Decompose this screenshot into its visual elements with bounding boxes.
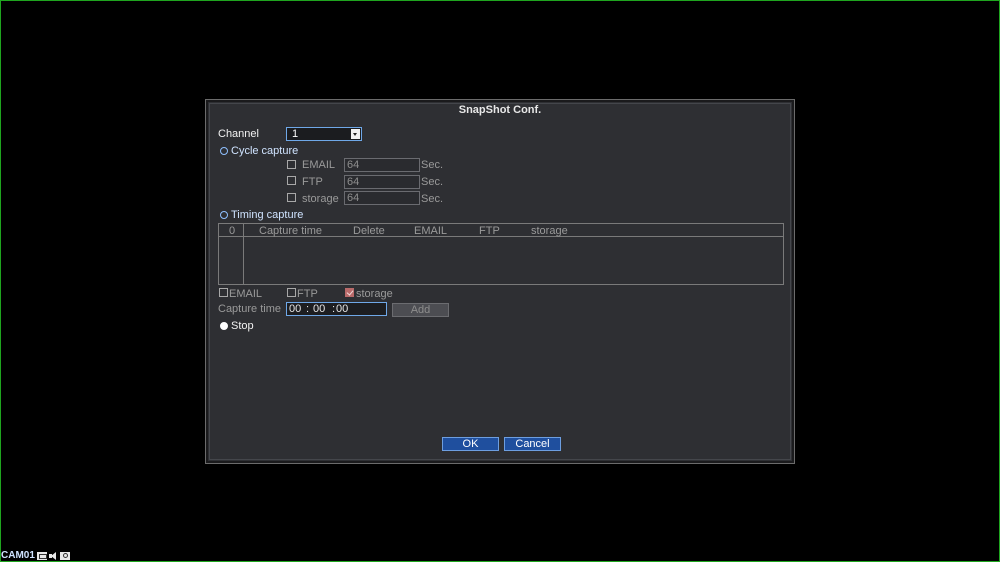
capture-time-separator: : [332, 303, 336, 315]
stop-label: Stop [231, 320, 254, 332]
cycle-ftp-interval-input[interactable]: 64 [344, 175, 420, 189]
table-divider [243, 224, 244, 284]
column-header-delete: Delete [353, 225, 385, 237]
channel-label: Channel [218, 128, 259, 140]
timing-ftp-label: FTP [297, 288, 318, 300]
column-header-index: 0 [229, 225, 236, 237]
cycle-email-checkbox[interactable] [287, 160, 296, 169]
ok-button[interactable]: OK [442, 437, 499, 451]
cycle-storage-label: storage [302, 193, 339, 205]
timing-capture-radio[interactable] [220, 211, 228, 219]
cancel-button[interactable]: Cancel [504, 437, 561, 451]
camera-status-bar: CAM01 [1, 550, 70, 561]
camera-name: CAM01 [1, 549, 35, 561]
cycle-ftp-unit: Sec. [421, 176, 444, 188]
mute-icon [48, 551, 58, 560]
cycle-ftp-checkbox[interactable] [287, 176, 296, 185]
channel-select[interactable]: 1 [286, 127, 362, 141]
timing-capture-label: Timing capture [231, 209, 304, 221]
timing-storage-label: storage [356, 288, 393, 300]
timing-email-checkbox[interactable] [219, 288, 228, 297]
cycle-email-label: EMAIL [302, 159, 336, 171]
timing-storage-checkbox[interactable] [345, 288, 354, 297]
cycle-email-interval-input[interactable]: 64 [344, 158, 420, 172]
timing-capture-table[interactable]: 0 Capture time Delete EMAIL FTP storage [218, 223, 784, 285]
chevron-down-icon[interactable] [351, 129, 360, 139]
column-header-ftp: FTP [479, 225, 500, 237]
cycle-email-unit: Sec. [421, 159, 444, 171]
capture-time-hours[interactable]: 00 [289, 303, 301, 315]
capture-time-input[interactable]: 00 : 00 : 00 [286, 302, 387, 316]
cycle-storage-interval-input[interactable]: 64 [344, 191, 420, 205]
capture-time-label: Capture time [218, 303, 281, 315]
cycle-storage-checkbox[interactable] [287, 193, 296, 202]
capture-time-separator: : [306, 303, 310, 315]
cycle-capture-label: Cycle capture [231, 145, 299, 157]
dialog-title: SnapShot Conf. [458, 104, 542, 116]
timing-email-label: EMAIL [229, 288, 263, 300]
capture-time-minutes[interactable]: 00 [313, 303, 325, 315]
add-button[interactable]: Add [392, 303, 449, 317]
column-header-email: EMAIL [414, 225, 448, 237]
record-icon [36, 551, 47, 560]
channel-value: 1 [292, 128, 299, 140]
camera-icon [59, 551, 70, 560]
stop-radio[interactable] [220, 322, 228, 330]
cycle-capture-radio[interactable] [220, 147, 228, 155]
column-header-storage: storage [531, 225, 568, 237]
cycle-storage-unit: Sec. [421, 193, 444, 205]
capture-time-seconds[interactable]: 00 [336, 303, 348, 315]
cycle-ftp-label: FTP [302, 176, 323, 188]
timing-ftp-checkbox[interactable] [287, 288, 296, 297]
column-header-capture-time: Capture time [259, 225, 322, 237]
